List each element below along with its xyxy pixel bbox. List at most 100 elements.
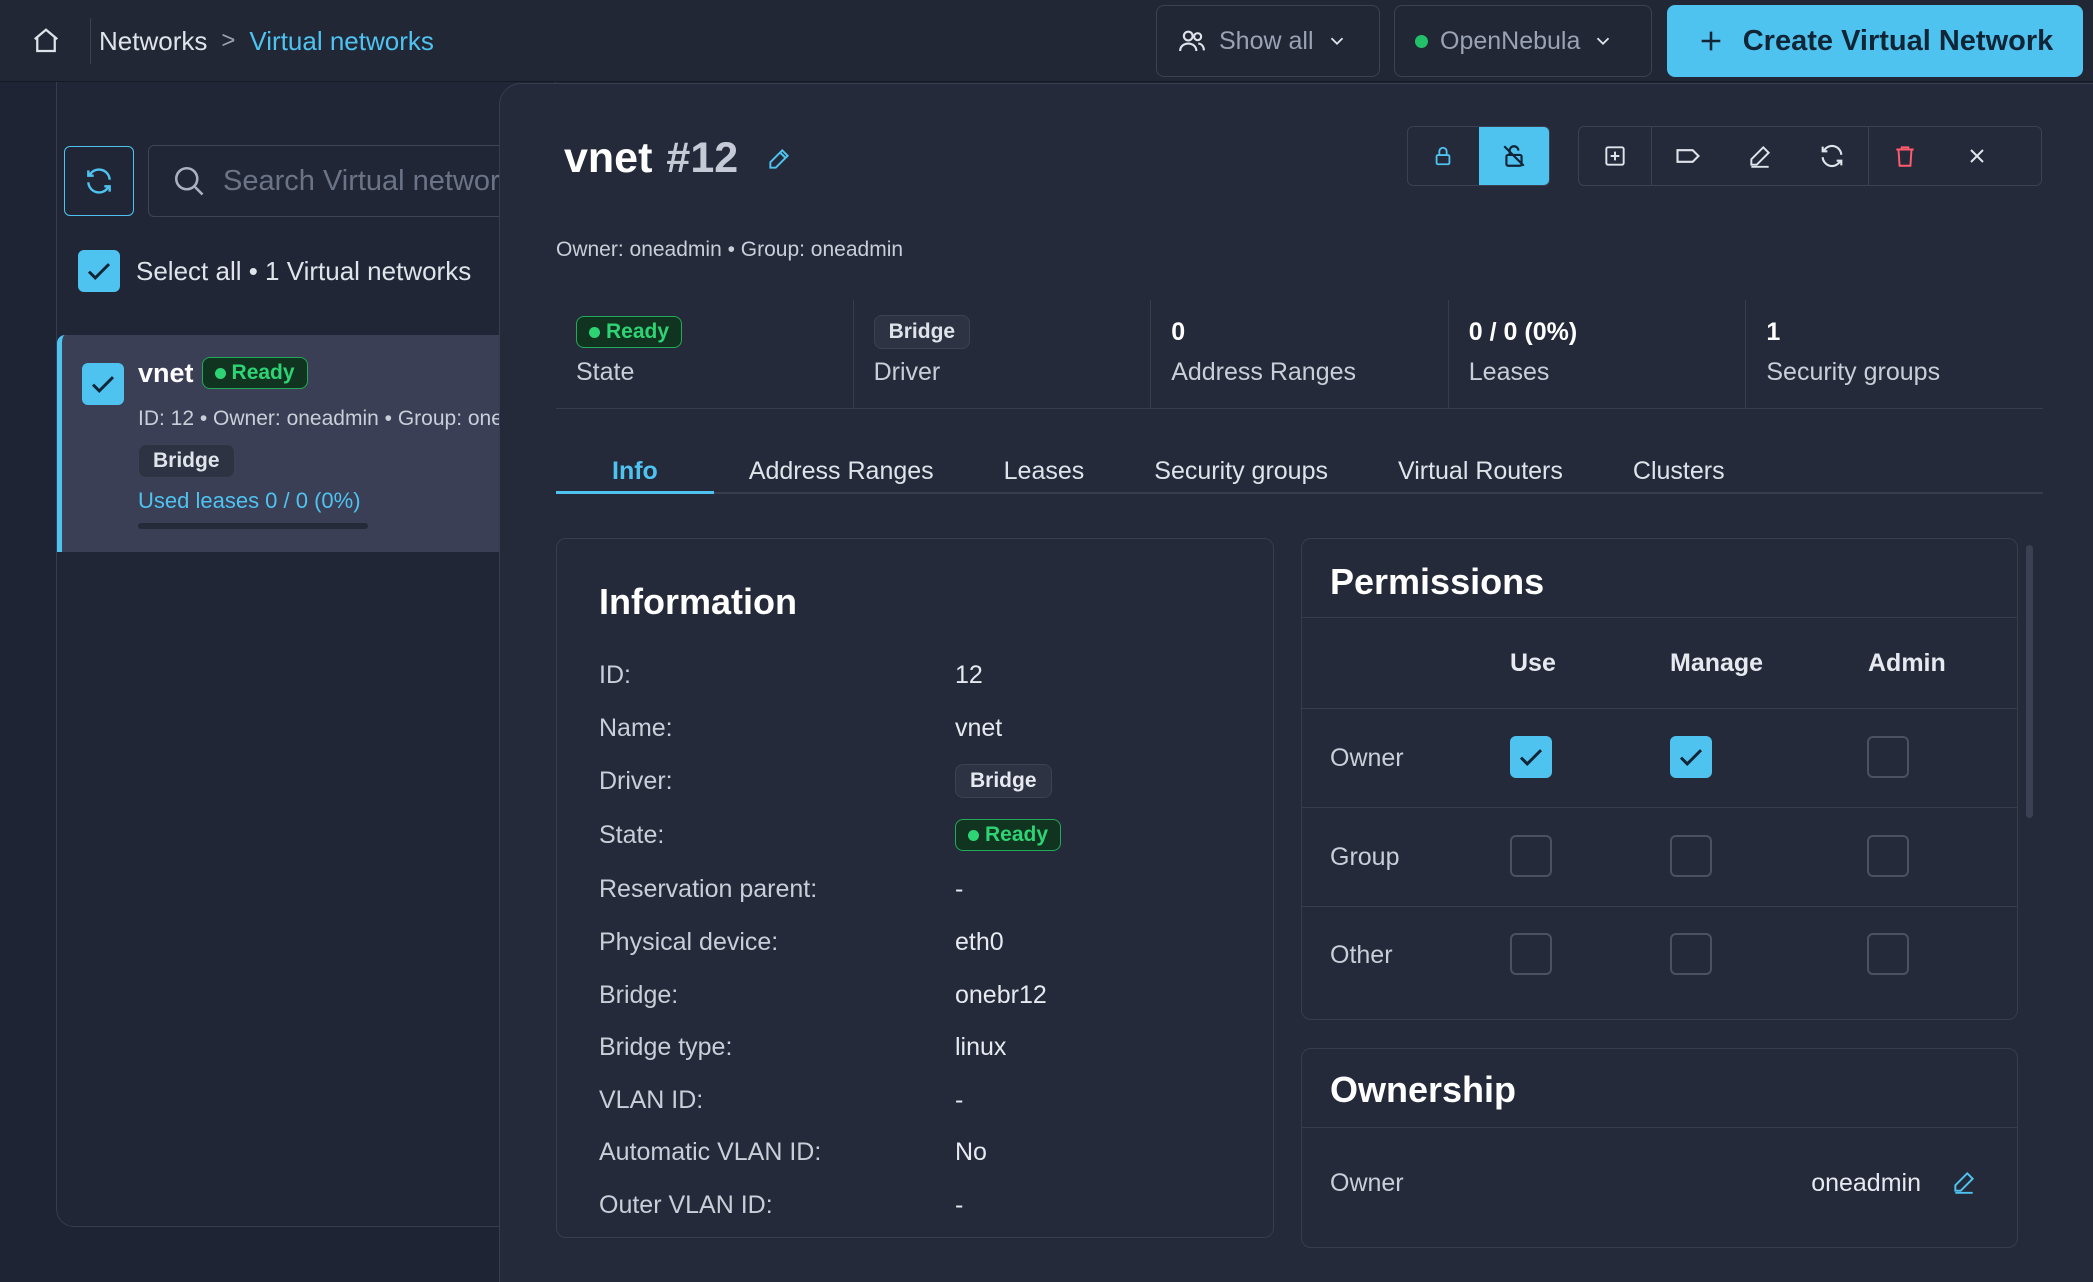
vnet-id: #12 [666,134,739,182]
info-row-bridge-type: Bridge type: linux [599,1032,1007,1061]
plus-square-icon [1605,146,1625,166]
summary-stats: Ready State Bridge Driver 0 Address Rang… [556,300,2043,409]
lock-toolbar [1407,126,1550,186]
detail-tabs: Info Address Ranges Leases Security grou… [556,448,2043,494]
item-checkbox[interactable] [82,363,124,405]
change-owner-icon[interactable] [1951,1169,1977,1200]
cloud-zone-label: OpenNebula [1440,26,1581,55]
search-placeholder: Search Virtual networks [223,164,529,197]
add-button[interactable] [1579,127,1651,185]
driver-badge: Bridge [138,444,235,478]
select-all-label: Select all • 1 Virtual networks [136,255,472,286]
driver-badge: Bridge [955,764,1052,798]
info-row-automatic-vlan-id: Automatic VLAN ID: No [599,1137,987,1166]
other-use-checkbox[interactable] [1510,933,1552,975]
tab-leases[interactable]: Leases [969,448,1120,494]
lock-button[interactable] [1408,127,1479,185]
group-admin-checkbox[interactable] [1867,835,1909,877]
permissions-card: Permissions Use Manage Admin Owner Group… [1301,538,2018,1020]
perm-col-manage: Manage [1670,649,1764,677]
status-badge: Ready [576,316,683,348]
tab-address-ranges[interactable]: Address Ranges [714,448,969,494]
stat-value: 0 / 0 (0%) [1468,317,1578,346]
owner-manage-checkbox[interactable] [1670,736,1712,778]
stat-label: Leases [1468,358,1550,386]
vnet-name: vnet [564,134,653,182]
tab-info[interactable]: Info [556,448,714,494]
create-virtual-network-button[interactable]: Create Virtual Network [1667,5,2083,77]
ownership-title: Ownership [1330,1069,1517,1110]
item-meta: ID: 12 • Owner: oneadmin • Group: oneadm… [138,407,561,430]
group-manage-checkbox[interactable] [1670,835,1712,877]
unlock-button[interactable] [1478,127,1549,185]
search-icon [174,166,204,196]
pencil-icon [1750,145,1771,168]
tab-virtual-routers[interactable]: Virtual Routers [1363,448,1598,494]
breadcrumb-networks[interactable]: Networks [99,26,207,57]
rename-icon[interactable] [766,134,792,183]
stat-state: Ready State [556,300,854,408]
close-icon [1970,149,1984,163]
cloud-zone-dropdown[interactable]: OpenNebula [1394,5,1652,77]
check-icon [1519,749,1543,766]
other-admin-checkbox[interactable] [1867,933,1909,975]
group-use-checkbox[interactable] [1510,835,1552,877]
edit-button[interactable] [1724,127,1796,185]
chevron-down-icon [1330,37,1343,46]
info-row-physical-device: Physical device: eth0 [599,927,1004,956]
label-button[interactable] [1652,127,1724,185]
owner-group-line: Owner: oneadmin • Group: oneadmin [556,238,904,261]
tag-icon [1676,149,1700,163]
list-item[interactable]: vnet Ready ID: 12 • Owner: oneadmin • Gr… [57,335,561,552]
owner-use-checkbox[interactable] [1510,736,1552,778]
info-row-reservation-parent: Reservation parent: - [599,874,964,903]
item-name: vnet [138,357,194,388]
unlock-icon [1503,145,1525,167]
stat-leases: 0 / 0 (0%) Leases [1449,300,1747,408]
scrollbar[interactable] [2026,545,2033,818]
chevron-down-icon [1597,37,1610,46]
status-badge: Ready [201,357,308,389]
item-name-row: vnet Ready [138,357,308,389]
permissions-title: Permissions [1330,561,1545,602]
show-all-dropdown[interactable]: Show all [1156,5,1380,77]
refresh-detail-button[interactable] [1796,127,1868,185]
refresh-button[interactable] [64,146,134,216]
stat-label: Driver [873,358,941,386]
show-all-label: Show all [1219,26,1314,55]
create-button-label: Create Virtual Network [1742,24,2054,57]
refresh-icon [87,168,111,194]
actions-toolbar [1578,126,2042,186]
perm-row-group: Group [1330,843,1400,871]
information-title: Information [599,581,797,622]
home-icon[interactable] [26,24,66,58]
information-card: Information ID: 12 Name: vnet Driver: Bridg… [556,538,1274,1238]
close-button[interactable] [1941,127,2013,185]
select-all-checkbox[interactable] [78,250,120,292]
perm-row-owner: Owner [1330,744,1404,772]
info-row-bridge: Bridge: onebr12 [599,980,1047,1009]
stat-driver: Bridge Driver [854,300,1152,408]
check-icon [87,263,111,280]
stat-label: Address Ranges [1171,358,1357,386]
tab-security-groups[interactable]: Security groups [1119,448,1363,494]
zone-status-dot [1415,34,1428,48]
owner-value: oneadmin [1811,1169,1921,1197]
info-row-driver: Driver: Bridge [599,761,1239,801]
tab-clusters[interactable]: Clusters [1598,448,1760,494]
info-row-state: State: Ready [599,815,1239,855]
stat-value: 1 [1766,317,1781,346]
check-icon [91,376,115,393]
breadcrumb: Networks > Virtual networks [99,22,434,60]
page-title: vnet #12 [564,134,792,183]
driver-badge: Bridge [873,315,971,349]
perm-row-other: Other [1330,941,1393,969]
breadcrumb-virtual-networks[interactable]: Virtual networks [249,26,434,57]
owner-admin-checkbox[interactable] [1867,736,1909,778]
top-bar: Networks > Virtual networks Show all Ope… [0,0,2093,82]
breadcrumb-separator: > [221,27,236,54]
select-all-row[interactable]: Select all • 1 Virtual networks [78,250,471,292]
users-icon [1179,30,1205,52]
other-manage-checkbox[interactable] [1670,933,1712,975]
delete-button[interactable] [1869,127,1941,185]
